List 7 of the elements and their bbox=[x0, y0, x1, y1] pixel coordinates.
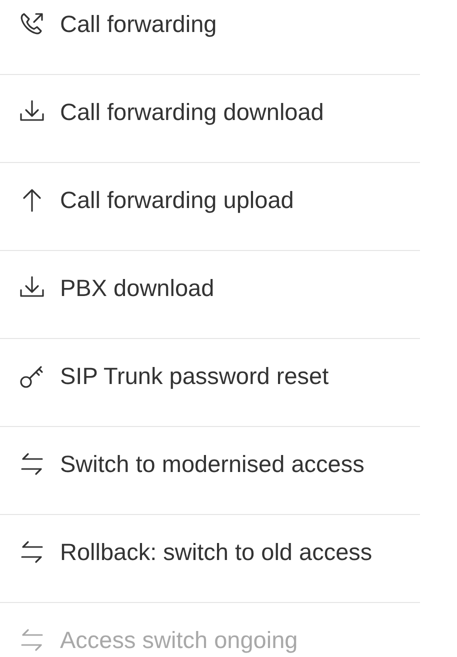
menu-item[interactable]: SIP Trunk password reset bbox=[0, 352, 430, 392]
menu-item[interactable]: Call forwarding upload bbox=[0, 176, 430, 216]
menu-item[interactable]: Rollback: switch to old access bbox=[0, 528, 430, 568]
menu-item[interactable]: Call forwarding download bbox=[0, 88, 430, 128]
menu-item[interactable]: Switch to modernised access bbox=[0, 440, 430, 480]
menu-item[interactable]: Call forwarding bbox=[0, 0, 430, 40]
menu-item[interactable]: PBX download bbox=[0, 264, 430, 304]
